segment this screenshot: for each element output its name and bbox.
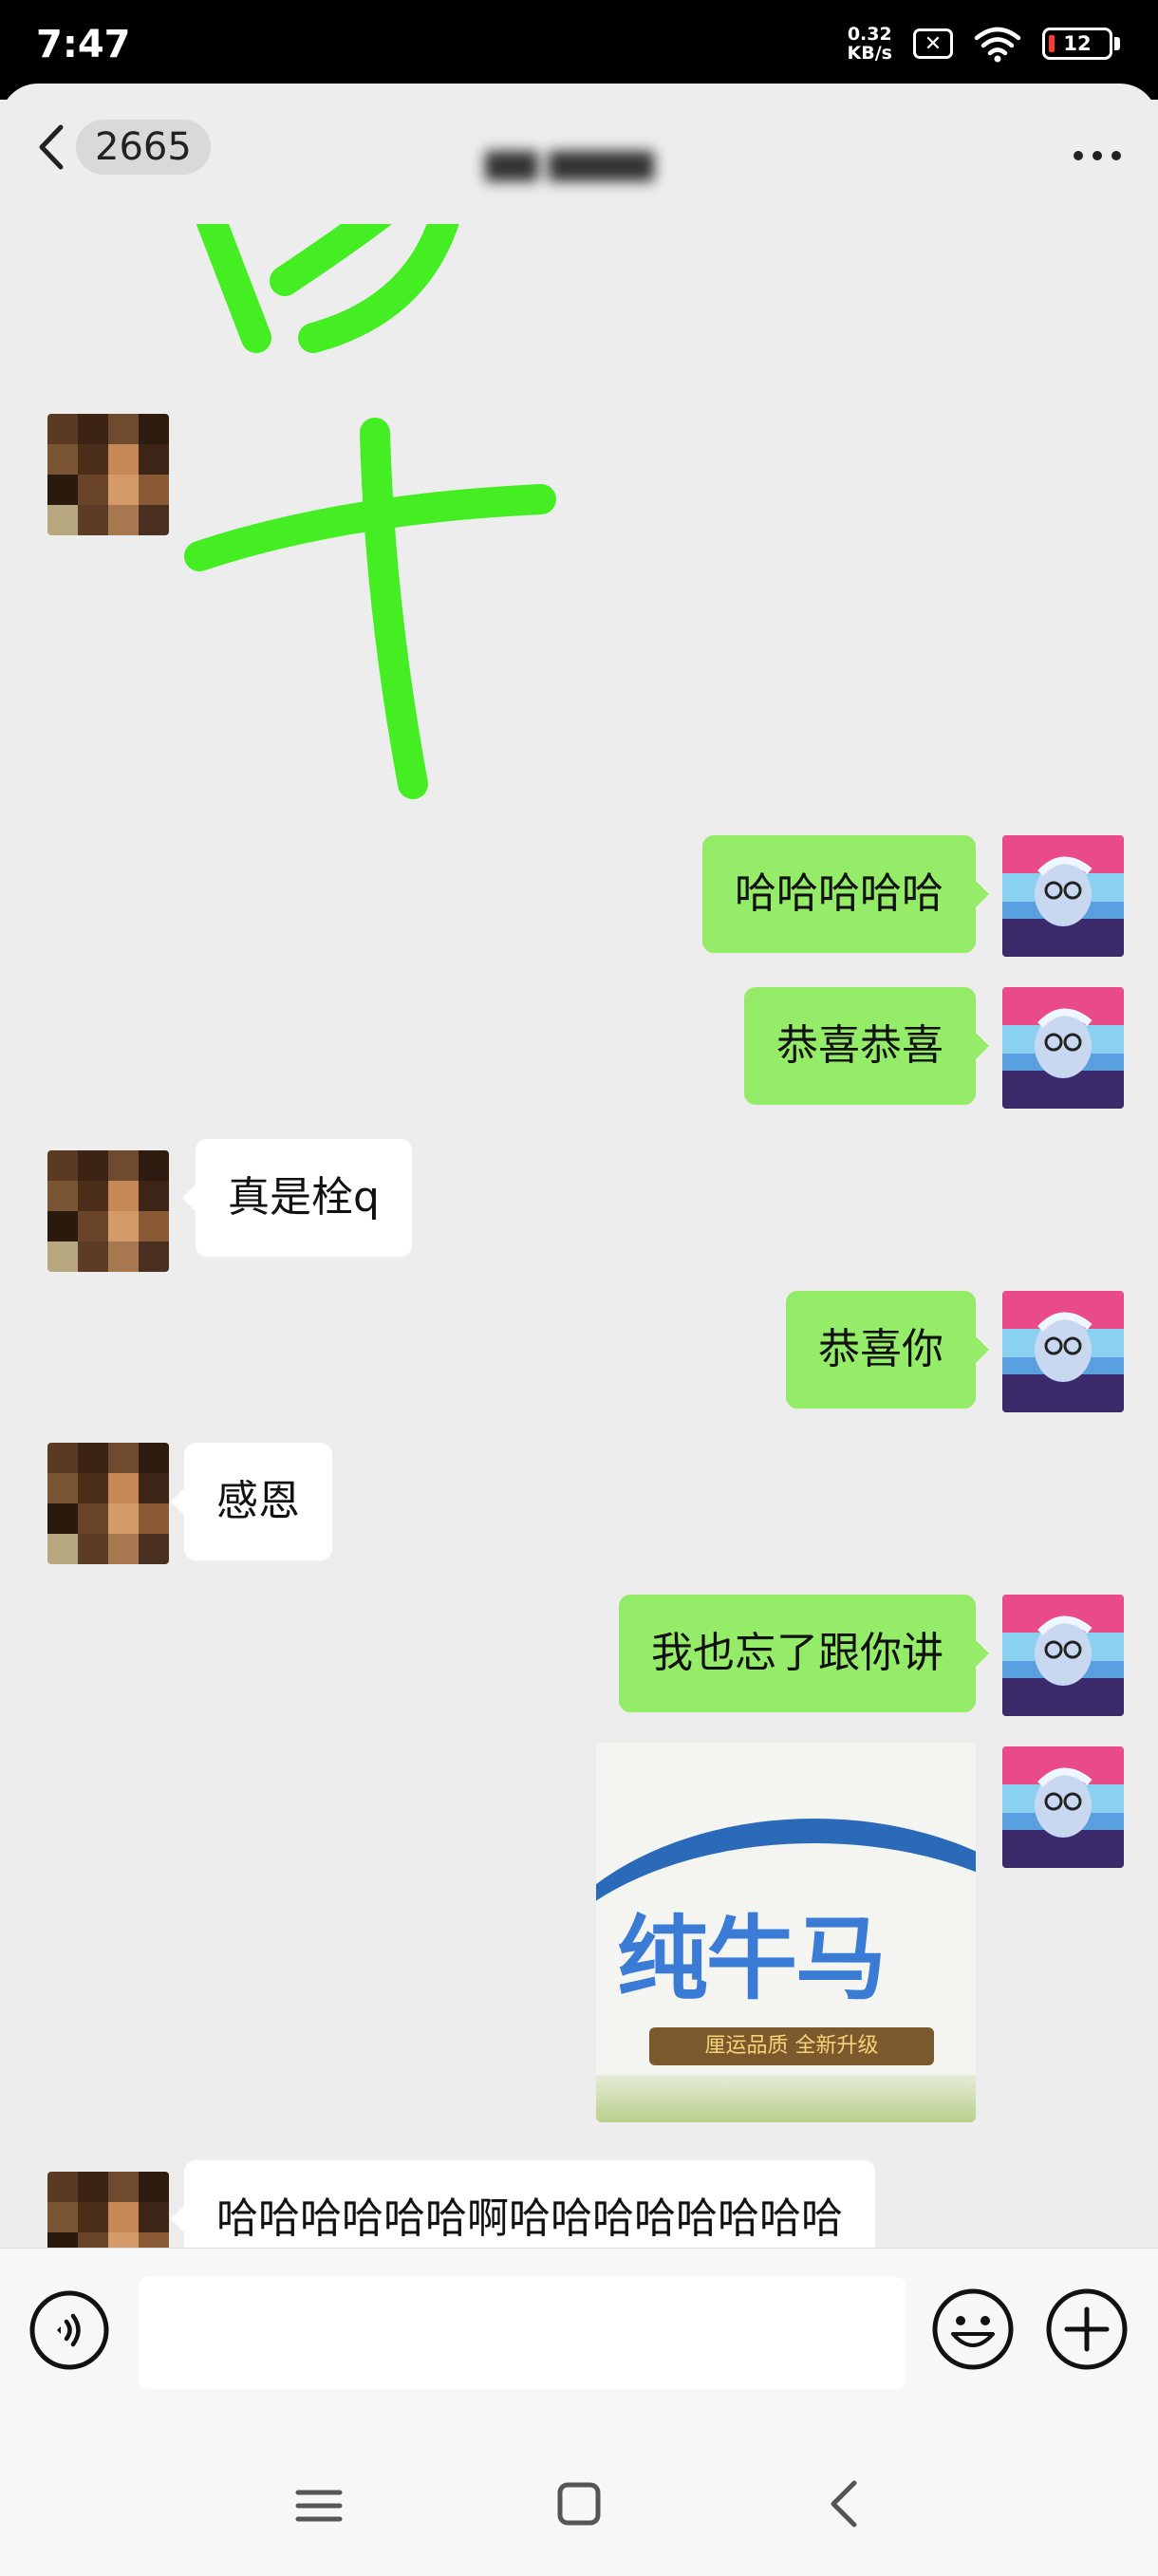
menu-icon[interactable] (281, 2477, 357, 2534)
network-speed: 0.32 KB/s (848, 25, 892, 63)
unread-count-badge: 2665 (76, 120, 211, 175)
image-message[interactable]: 纯牛马 厘运品质 全新升级 (596, 1743, 976, 2122)
network-speed-value: 0.32 (847, 24, 892, 45)
back-chevron-icon (39, 124, 64, 170)
screen: 7:47 0.32 KB/s ✕ 12 2665 ▆▆ ▆▆▆▆ 哈哈哈哈哈 恭… (0, 0, 1158, 2576)
message-list[interactable]: 哈哈哈哈哈 恭喜恭喜 真是栓q 恭喜你 感恩 我也忘了跟你讲 纯牛马 厘运品质 … (0, 224, 1158, 2341)
image-title-text: 纯牛马 (617, 1906, 887, 2012)
contact-avatar[interactable] (47, 1150, 169, 1272)
network-speed-unit: KB/s (847, 43, 892, 64)
my-avatar[interactable] (1002, 1595, 1124, 1716)
battery-level: 12 (1063, 32, 1092, 55)
contact-avatar[interactable] (47, 414, 169, 535)
chat-header: 2665 ▆▆ ▆▆▆▆ (0, 84, 1158, 224)
image-subtitle-text: 厘运品质 全新升级 (649, 2027, 934, 2065)
my-avatar[interactable] (1002, 835, 1124, 957)
my-avatar[interactable] (1002, 1291, 1124, 1412)
home-icon[interactable] (541, 2475, 617, 2532)
back-icon[interactable] (807, 2475, 883, 2532)
outgoing-message-bubble[interactable]: 恭喜恭喜 (744, 987, 989, 1105)
my-avatar[interactable] (1002, 987, 1124, 1109)
sim-x-icon: ✕ (913, 28, 953, 59)
battery-low-icon: 12 (1042, 28, 1120, 60)
outgoing-message-bubble[interactable]: 哈哈哈哈哈 (702, 835, 989, 953)
contact-avatar[interactable] (47, 1443, 169, 1564)
outgoing-message-bubble[interactable]: 我也忘了跟你讲 (619, 1595, 989, 1712)
incoming-message-bubble[interactable]: 真是栓q (182, 1139, 412, 1257)
chat-screen: 2665 ▆▆ ▆▆▆▆ 哈哈哈哈哈 恭喜恭喜 真是栓q 恭喜你 感恩 我也忘了… (0, 84, 1158, 2576)
my-avatar[interactable] (1002, 1746, 1124, 1868)
more-dots-icon[interactable] (1069, 137, 1126, 175)
chat-title: ▆▆ ▆▆▆▆ (485, 142, 654, 181)
system-nav-bar (0, 2428, 1158, 2576)
green-handwriting-sticker[interactable] (171, 224, 588, 812)
voice-icon[interactable] (28, 2289, 110, 2371)
status-time: 7:47 (36, 23, 131, 66)
input-bar (0, 2248, 1158, 2428)
outgoing-message-bubble[interactable]: 恭喜你 (786, 1291, 989, 1409)
back-button[interactable]: 2665 (34, 120, 211, 175)
emoji-icon[interactable] (930, 2287, 1016, 2372)
incoming-message-bubble[interactable]: 感恩 (171, 1443, 332, 1560)
status-icons: 0.32 KB/s ✕ 12 (848, 25, 1120, 63)
message-input[interactable] (139, 2277, 906, 2389)
image-leaf-decoration (596, 2075, 976, 2122)
plus-icon[interactable] (1044, 2287, 1130, 2372)
wifi-icon (974, 27, 1021, 63)
